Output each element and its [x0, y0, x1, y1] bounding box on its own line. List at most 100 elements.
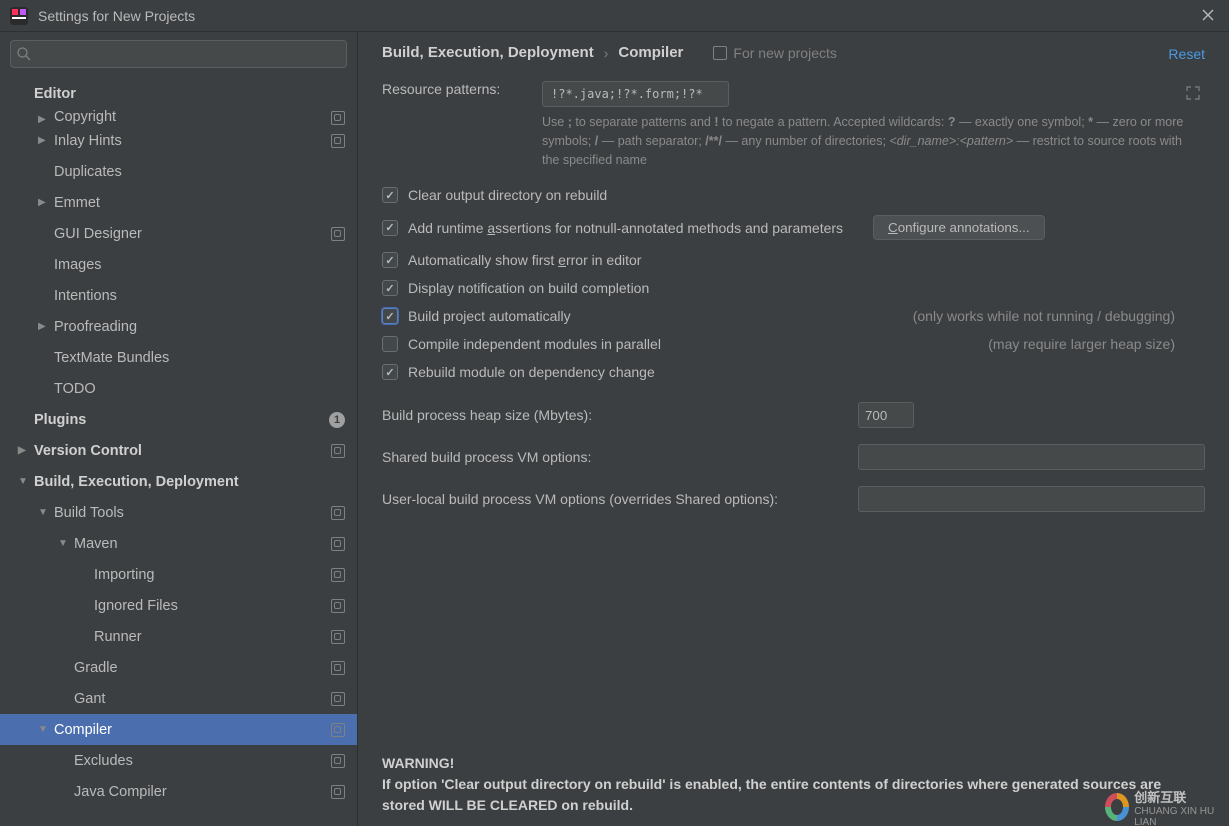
- project-scope-icon: [713, 46, 727, 60]
- check-build-notify[interactable]: Display notification on build completion: [382, 280, 1205, 296]
- tree-item-label: Compiler: [54, 722, 331, 738]
- heap-size-row: Build process heap size (Mbytes):: [382, 402, 1205, 428]
- tree-item-ignored-files[interactable]: Ignored Files: [0, 590, 357, 621]
- project-scope-icon: [331, 661, 345, 675]
- tree-arrow-icon: ▶: [38, 197, 48, 208]
- checkbox-label: Clear output directory on rebuild: [408, 187, 607, 203]
- tree-item-inlay-hints[interactable]: ▶ Inlay Hints: [0, 125, 357, 156]
- badge: 1: [329, 412, 345, 428]
- tree-arrow-icon: ▼: [18, 476, 28, 487]
- tree-item-label: TextMate Bundles: [54, 350, 357, 366]
- tree-item-excludes[interactable]: Excludes: [0, 745, 357, 776]
- close-button[interactable]: [1197, 4, 1219, 26]
- project-scope-icon: [331, 134, 345, 148]
- check-show-first-error[interactable]: Automatically show first error in editor: [382, 252, 1205, 268]
- tree-arrow-icon: ▼: [38, 724, 48, 735]
- close-icon: [1202, 9, 1214, 21]
- check-compile-parallel[interactable]: Compile independent modules in parallel …: [382, 336, 1205, 352]
- tree-item-gradle[interactable]: Gradle: [0, 652, 357, 683]
- tree-item-importing[interactable]: Importing: [0, 559, 357, 590]
- tree-item-todo[interactable]: TODO: [0, 373, 357, 404]
- tree-item-label: Importing: [94, 567, 331, 583]
- tree-item-label: Runner: [94, 629, 331, 645]
- check-rebuild-dependency[interactable]: Rebuild module on dependency change: [382, 364, 1205, 380]
- tree-arrow-icon: ▼: [58, 538, 68, 549]
- shared-vm-label: Shared build process VM options:: [382, 449, 858, 465]
- content-panel: Build, Execution, Deployment › Compiler …: [358, 32, 1229, 826]
- tree-item-editor[interactable]: Editor: [0, 78, 357, 109]
- search-input[interactable]: [10, 40, 347, 68]
- checkbox[interactable]: [382, 364, 398, 380]
- checkbox-note: (only works while not running / debuggin…: [913, 308, 1205, 324]
- checkbox-label: Add runtime assertions for notnull-annot…: [408, 220, 843, 236]
- local-vm-input[interactable]: [858, 486, 1205, 512]
- tree-item-label: Version Control: [34, 443, 331, 459]
- tree-item-plugins[interactable]: Plugins1: [0, 404, 357, 435]
- checkbox-label: Display notification on build completion: [408, 280, 649, 296]
- project-scope-icon: [331, 599, 345, 613]
- configure-annotations-button[interactable]: Configure annotations...: [873, 215, 1045, 240]
- checkbox-label: Compile independent modules in parallel: [408, 336, 661, 352]
- breadcrumb-current: Compiler: [618, 44, 683, 61]
- tree-item-duplicates[interactable]: Duplicates: [0, 156, 357, 187]
- checkbox-label: Automatically show first error in editor: [408, 252, 641, 268]
- check-build-auto[interactable]: Build project automatically (only works …: [382, 308, 1205, 324]
- tree-item-label: Images: [54, 257, 357, 273]
- checkbox[interactable]: [382, 308, 398, 324]
- local-vm-label: User-local build process VM options (ove…: [382, 491, 858, 507]
- checkbox-label: Rebuild module on dependency change: [408, 364, 655, 380]
- watermark-icon: [1105, 793, 1129, 821]
- warning-title: WARNING!: [382, 753, 1205, 774]
- tree-item-emmet[interactable]: ▶ Emmet: [0, 187, 357, 218]
- tree-item-compiler[interactable]: ▼ Compiler: [0, 714, 357, 745]
- tree-item-label: Gradle: [74, 660, 331, 676]
- tree-item-label: Copyright: [54, 109, 331, 125]
- tree-item-label: Build, Execution, Deployment: [34, 474, 357, 490]
- breadcrumb-parent: Build, Execution, Deployment: [382, 44, 594, 61]
- checkbox[interactable]: [382, 252, 398, 268]
- tree-item-label: Maven: [74, 536, 331, 552]
- tree-item-textmate-bundles[interactable]: TextMate Bundles: [0, 342, 357, 373]
- tree-item-build-execution-deployment[interactable]: ▼ Build, Execution, Deployment: [0, 466, 357, 497]
- tree-item-gant[interactable]: Gant: [0, 683, 357, 714]
- tree-item-gui-designer[interactable]: GUI Designer: [0, 218, 357, 249]
- tree-item-version-control[interactable]: ▶Version Control: [0, 435, 357, 466]
- tree-item-images[interactable]: Images: [0, 249, 357, 280]
- project-scope-icon: [331, 754, 345, 768]
- checkbox-label: Build project automatically: [408, 308, 571, 324]
- breadcrumb-note: For new projects: [733, 45, 836, 61]
- tree-item-runner[interactable]: Runner: [0, 621, 357, 652]
- tree-item-label: Ignored Files: [94, 598, 331, 614]
- checkbox[interactable]: [382, 187, 398, 203]
- heap-size-input[interactable]: [858, 402, 914, 428]
- tree-item-intentions[interactable]: Intentions: [0, 280, 357, 311]
- expand-icon[interactable]: [1185, 85, 1201, 101]
- project-scope-icon: [331, 111, 345, 125]
- resource-patterns-input[interactable]: [542, 81, 729, 107]
- tree-item-label: Inlay Hints: [54, 133, 331, 149]
- checkbox[interactable]: [382, 220, 398, 236]
- tree-item-java-compiler[interactable]: Java Compiler: [0, 776, 357, 807]
- tree-item-copyright[interactable]: ▶Copyright: [0, 109, 357, 125]
- sidebar: Editor▶Copyright ▶ Inlay Hints Duplicates ▶ E…: [0, 32, 358, 826]
- watermark-en: CHUANG XIN HU LIAN: [1134, 806, 1225, 826]
- tree-item-maven[interactable]: ▼ Maven: [0, 528, 357, 559]
- tree-item-label: Emmet: [54, 195, 357, 211]
- heap-size-label: Build process heap size (Mbytes):: [382, 407, 858, 423]
- project-scope-icon: [331, 785, 345, 799]
- tree-arrow-icon: ▶: [38, 135, 48, 146]
- checkbox[interactable]: [382, 336, 398, 352]
- watermark-cn: 创新互联: [1134, 787, 1225, 806]
- watermark: 创新互联 CHUANG XIN HU LIAN: [1105, 792, 1225, 822]
- shared-vm-input[interactable]: [858, 444, 1205, 470]
- reset-link[interactable]: Reset: [1168, 46, 1205, 62]
- check-clear-output[interactable]: Clear output directory on rebuild: [382, 187, 1205, 203]
- checkbox[interactable]: [382, 280, 398, 296]
- tree-item-build-tools[interactable]: ▼Build Tools: [0, 497, 357, 528]
- main-split: Editor▶Copyright ▶ Inlay Hints Duplicates ▶ E…: [0, 32, 1229, 826]
- tree-item-proofreading[interactable]: ▶Proofreading: [0, 311, 357, 342]
- warning-body: If option 'Clear output directory on reb…: [382, 774, 1205, 816]
- check-runtime-assertions[interactable]: Add runtime assertions for notnull-annot…: [382, 215, 1205, 240]
- project-scope-icon: [331, 444, 345, 458]
- tree-item-label: Java Compiler: [74, 784, 331, 800]
